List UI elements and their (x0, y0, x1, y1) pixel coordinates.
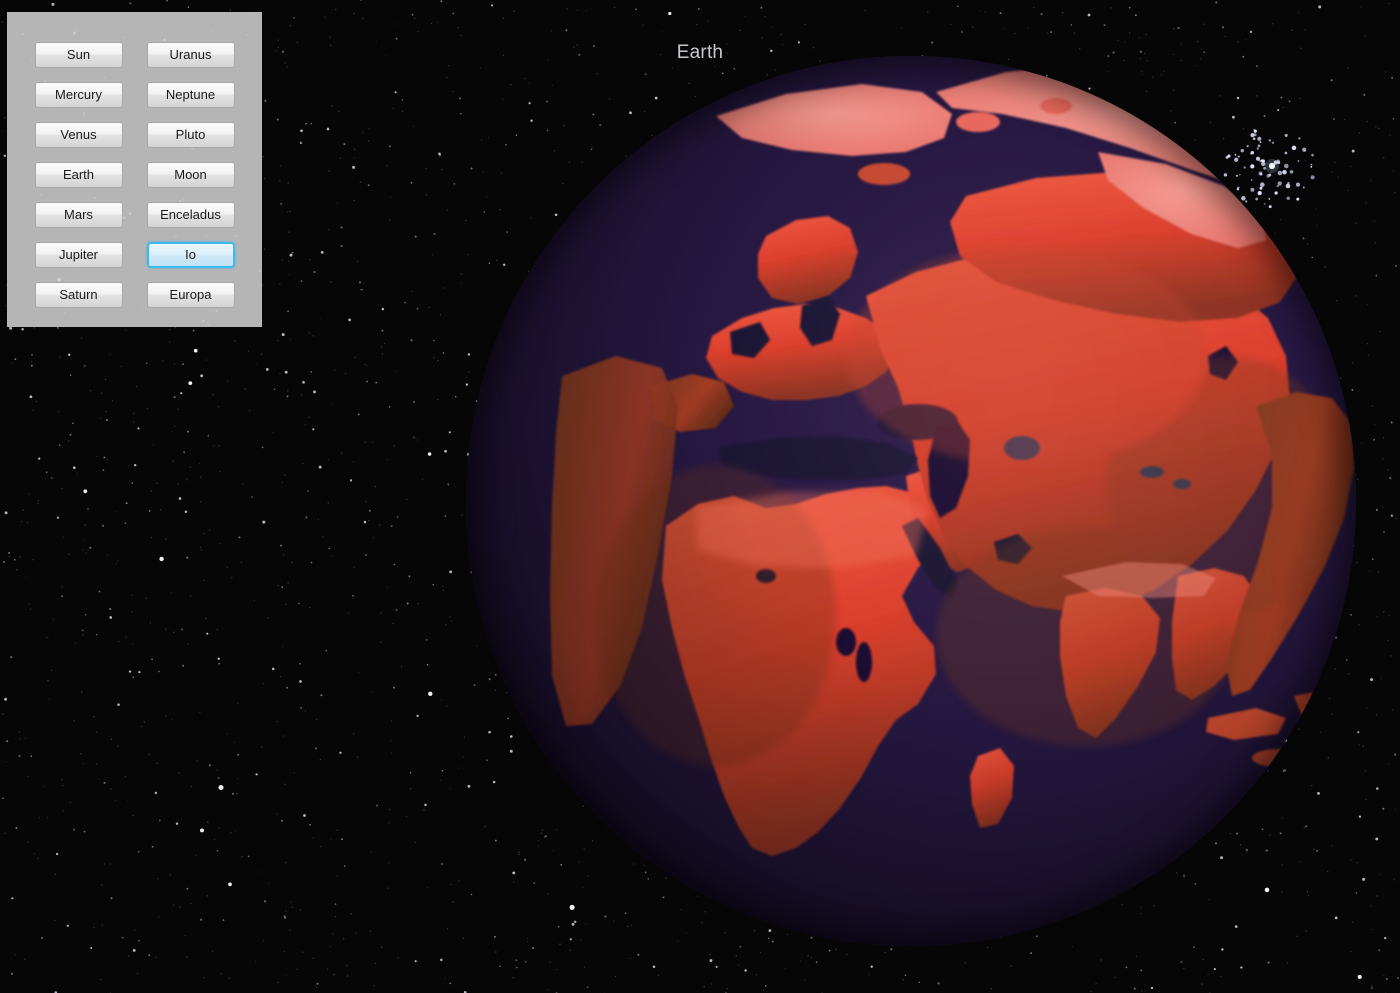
body-button-venus[interactable]: Venus (34, 122, 123, 148)
body-button-sun[interactable]: Sun (34, 42, 123, 68)
planet-sphere (466, 56, 1356, 946)
body-selector-panel: Sun Uranus Mercury Neptune Venus Pluto Earth Mo… (7, 12, 262, 327)
body-button-mercury[interactable]: Mercury (34, 82, 123, 108)
body-button-enceladus[interactable]: Enceladus (146, 202, 235, 228)
body-button-io[interactable]: Io (146, 242, 235, 268)
body-button-mars[interactable]: Mars (34, 202, 123, 228)
body-button-uranus[interactable]: Uranus (146, 42, 235, 68)
body-button-pluto[interactable]: Pluto (146, 122, 235, 148)
body-button-saturn[interactable]: Saturn (34, 282, 123, 308)
application-window: Earth Sun Uranus Mercury Neptune Venus Pluto E… (0, 0, 1400, 993)
planet-viewport[interactable]: Earth (466, 42, 1356, 946)
planet-texture (466, 56, 1356, 946)
body-button-neptune[interactable]: Neptune (146, 82, 235, 108)
body-button-jupiter[interactable]: Jupiter (34, 242, 123, 268)
body-button-europa[interactable]: Europa (146, 282, 235, 308)
body-button-earth[interactable]: Earth (34, 162, 123, 188)
body-button-grid: Sun Uranus Mercury Neptune Venus Pluto Earth Mo… (7, 26, 262, 308)
body-button-moon[interactable]: Moon (146, 162, 235, 188)
